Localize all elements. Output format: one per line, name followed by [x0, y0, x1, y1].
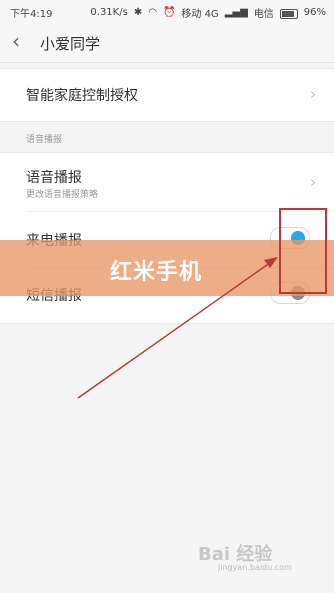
watermark-url: jingyan.baidu.com — [218, 563, 292, 572]
annotation-arrow — [77, 257, 278, 399]
